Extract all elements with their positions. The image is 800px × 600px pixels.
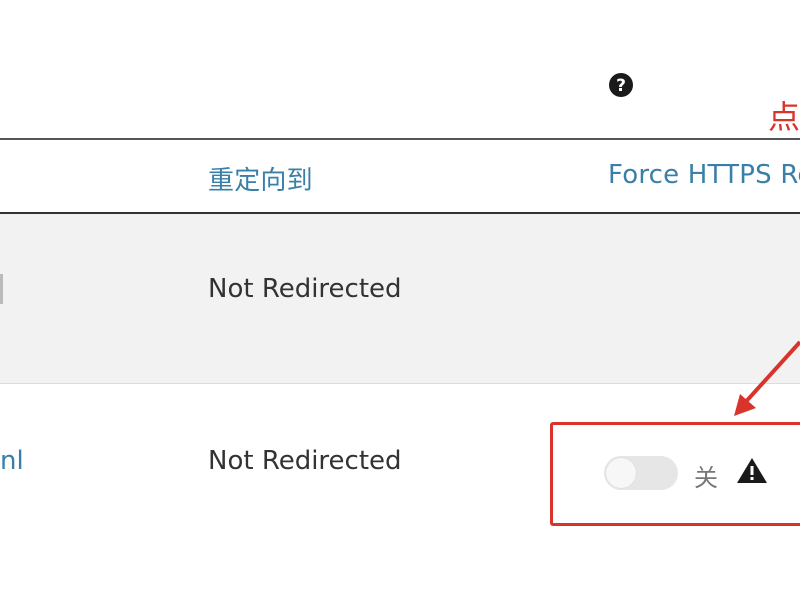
svg-text:?: ? (616, 76, 626, 96)
warning-triangle-icon[interactable] (736, 456, 768, 484)
table-row: Not Redirected (0, 214, 800, 384)
column-header-redirects-to[interactable]: 重定向到 (208, 160, 313, 197)
toggle-knob (606, 458, 636, 488)
top-blank-area (0, 0, 800, 138)
question-circle-icon[interactable]: ? (608, 72, 634, 98)
domains-table: 重定向到 Force HTTPS Re Not Redirected nl No… (0, 138, 800, 600)
page: 重定向到 Force HTTPS Re Not Redirected nl No… (0, 0, 800, 600)
table-header-row: 重定向到 Force HTTPS Re (0, 138, 800, 214)
redirects-to-value: Not Redirected (208, 274, 402, 304)
annotation-text: 点 (768, 98, 800, 136)
force-https-toggle[interactable] (604, 456, 678, 490)
column-header-force-https[interactable]: Force HTTPS Re (608, 160, 800, 190)
domain-link[interactable]: nl (0, 446, 24, 476)
toggle-state-label: 关 (694, 464, 718, 492)
redirects-to-value: Not Redirected (208, 446, 402, 476)
domain-cell-fragment (0, 274, 3, 304)
